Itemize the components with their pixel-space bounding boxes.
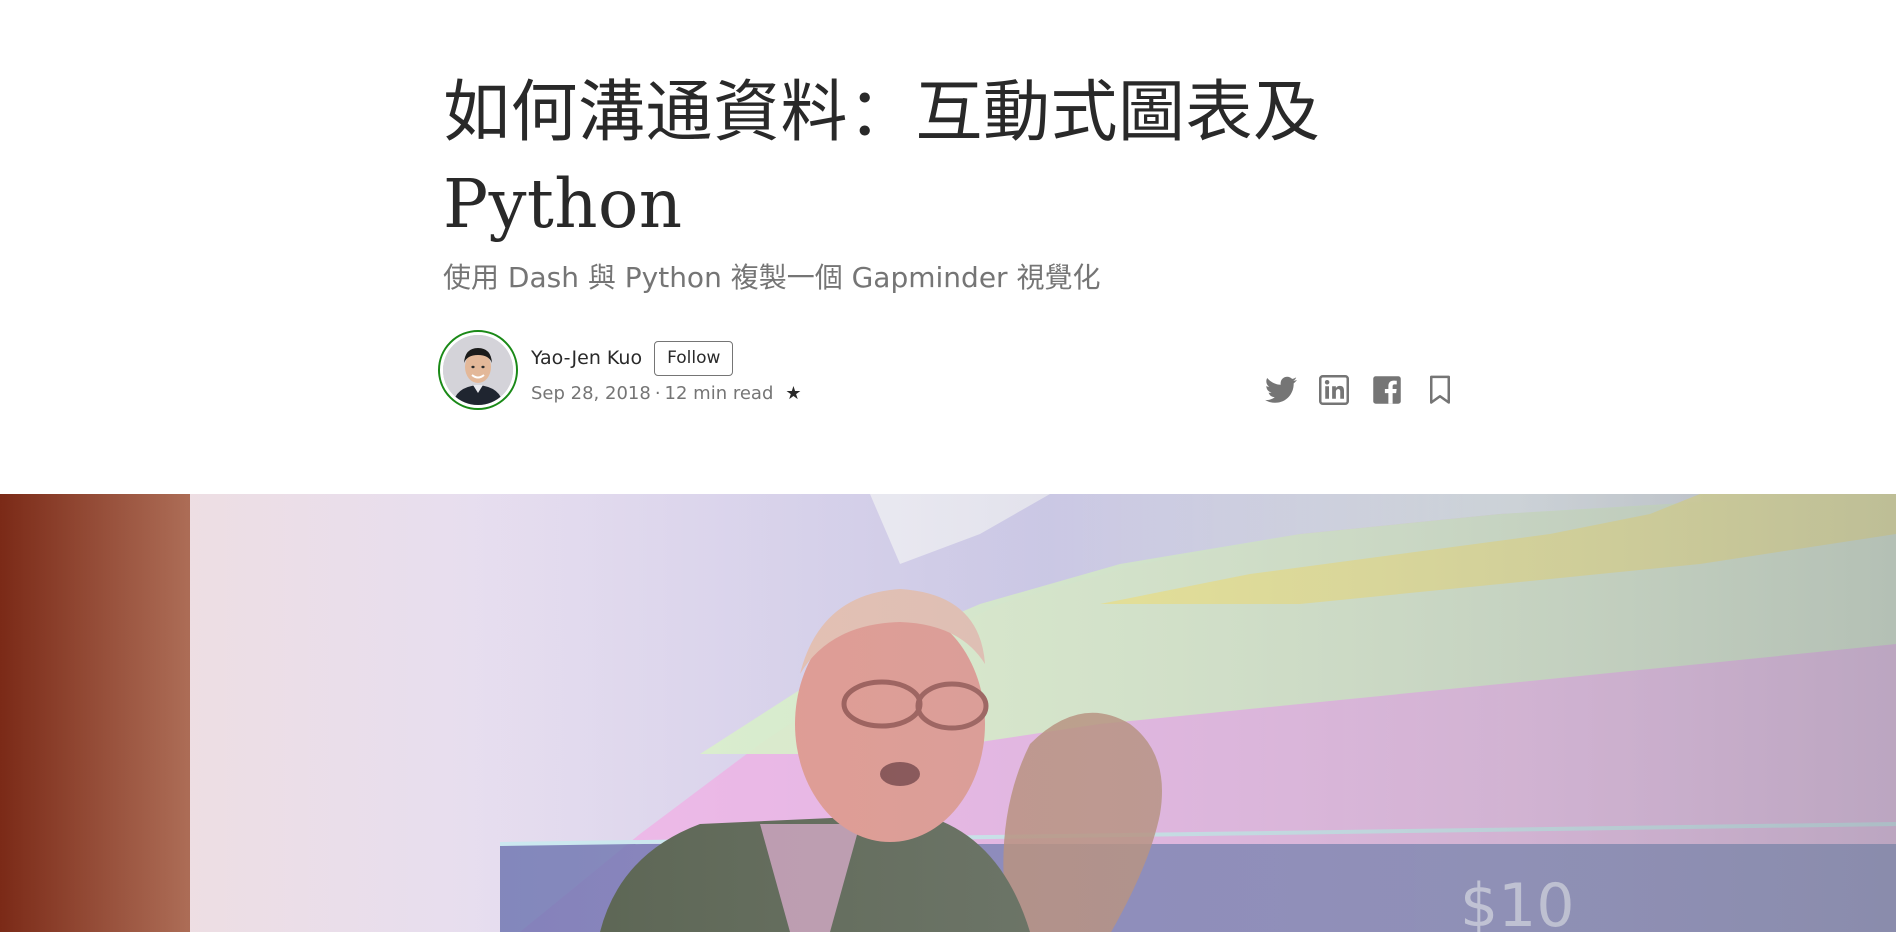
avatar-portrait-image bbox=[443, 335, 513, 405]
facebook-icon[interactable] bbox=[1369, 372, 1405, 408]
bookmark-icon[interactable] bbox=[1422, 372, 1458, 408]
article-meta: Sep 28, 2018 · 12 min read ★ bbox=[531, 379, 802, 407]
author-avatar[interactable] bbox=[438, 330, 518, 410]
follow-button[interactable]: Follow bbox=[654, 340, 734, 376]
article-subtitle: 使用 Dash 與 Python 複製一個 Gapminder 視覺化 bbox=[443, 261, 1101, 294]
hero-image: $10 bbox=[0, 494, 1896, 932]
meta-separator: · bbox=[654, 382, 661, 404]
share-toolbar bbox=[1246, 372, 1458, 408]
author-row: Yao-Jen Kuo Follow bbox=[531, 340, 734, 376]
author-name-link[interactable]: Yao-Jen Kuo bbox=[531, 347, 642, 369]
twitter-icon[interactable] bbox=[1263, 372, 1299, 408]
article-page: 如何溝通資料：互動式圖表及 Python 使用 Dash 與 Python 複製… bbox=[0, 0, 1896, 932]
avatar-photo bbox=[443, 335, 513, 405]
member-star-icon: ★ bbox=[785, 382, 802, 404]
read-time: 12 min read bbox=[664, 382, 774, 404]
article-header: 如何溝通資料：互動式圖表及 Python 使用 Dash 與 Python 複製… bbox=[443, 66, 1453, 298]
hero-photo-illustration: $10 bbox=[0, 494, 1896, 932]
publish-date: Sep 28, 2018 bbox=[531, 382, 651, 404]
linkedin-icon[interactable] bbox=[1316, 372, 1352, 408]
article-title: 如何溝通資料：互動式圖表及 Python bbox=[443, 73, 1321, 243]
author-byline: Yao-Jen Kuo Follow Sep 28, 2018 · 12 min… bbox=[438, 330, 1458, 420]
